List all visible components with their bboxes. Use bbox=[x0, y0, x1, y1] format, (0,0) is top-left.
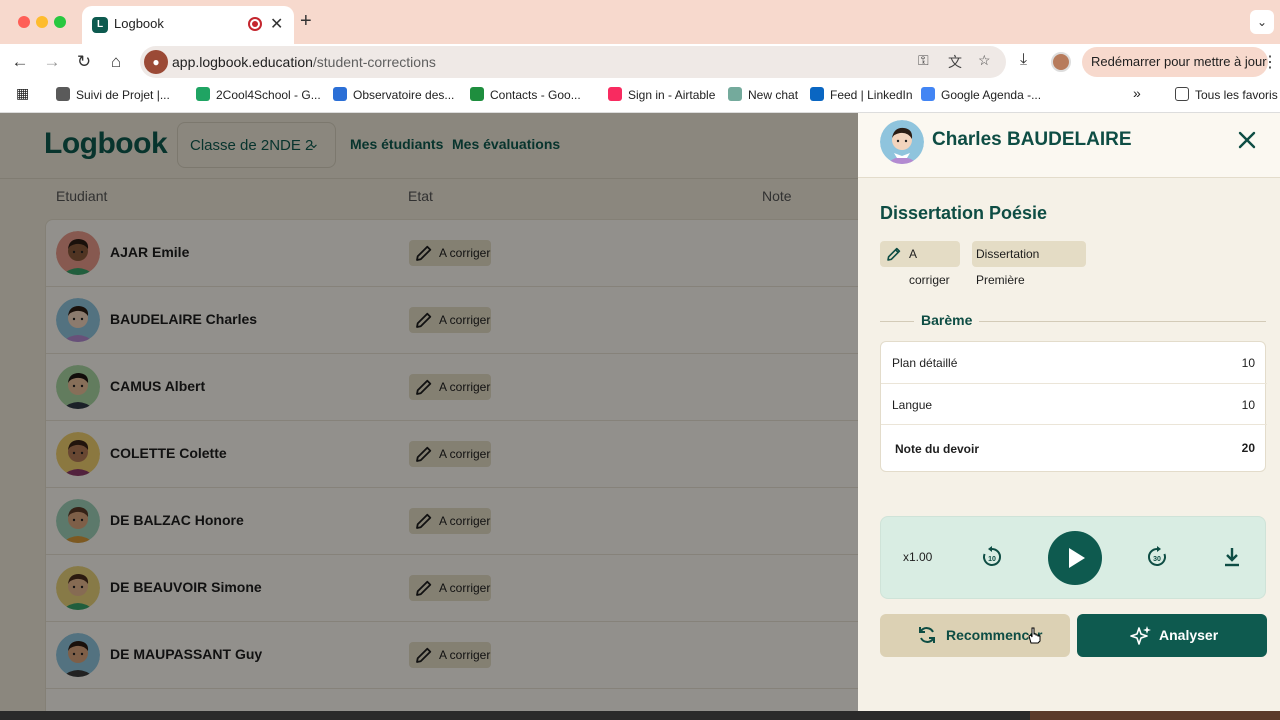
url-text[interactable]: app.logbook.education/student-correction… bbox=[172, 54, 436, 70]
update-button[interactable]: Redémarrer pour mettre à jour bbox=[1082, 47, 1268, 77]
bookmark-item[interactable]: Sign in - Airtable bbox=[608, 87, 715, 102]
audio-player: x1.00 10 30 bbox=[880, 516, 1266, 599]
all-bookmarks-folder[interactable]: Tous les favoris bbox=[1175, 87, 1278, 102]
correction-panel: Charles BAUDELAIRE Dissertation Poésie A… bbox=[858, 113, 1280, 713]
close-icon[interactable] bbox=[1236, 129, 1258, 151]
browser-toolbar: ← → ↻ ⌂ ● app.logbook.education/student-… bbox=[0, 44, 1280, 80]
bookmark-favicon-icon bbox=[810, 87, 824, 101]
criterion-value: 10 bbox=[1241, 356, 1255, 370]
maximize-window-button[interactable] bbox=[54, 16, 66, 28]
status-badge-label: A corriger bbox=[909, 247, 950, 287]
bookmark-item[interactable]: Suivi de Projet |... bbox=[56, 87, 170, 102]
screen: L Logbook ✕ + ⌄ ← → ↻ ⌂ ● app.logbook.ed… bbox=[0, 0, 1280, 720]
new-tab-button[interactable]: + bbox=[300, 11, 312, 31]
bookmark-star-icon[interactable]: ☆ bbox=[978, 52, 991, 69]
bookmark-item[interactable]: 2Cool4School - G... bbox=[196, 87, 321, 102]
bookmark-favicon-icon bbox=[728, 87, 742, 101]
modal-backdrop[interactable] bbox=[0, 113, 858, 713]
total-label: Note du devoir bbox=[895, 442, 980, 456]
browser-tab-bar: L Logbook ✕ + ⌄ bbox=[0, 0, 1280, 44]
assignment-type-badge: Dissertation Première bbox=[972, 241, 1086, 287]
bookmark-item[interactable]: New chat bbox=[728, 87, 798, 102]
translate-icon[interactable]: 文 bbox=[948, 52, 962, 72]
sparkles-icon bbox=[1130, 626, 1151, 645]
panel-header: Charles BAUDELAIRE bbox=[858, 113, 1280, 178]
bookmark-item[interactable]: Feed | LinkedIn bbox=[810, 87, 913, 102]
bookmark-favicon-icon bbox=[921, 87, 935, 101]
analyse-label: Analyser bbox=[1159, 627, 1219, 643]
refresh-icon bbox=[919, 627, 935, 643]
hand-cursor-icon bbox=[1028, 627, 1041, 644]
bareme-heading: Barème bbox=[914, 312, 980, 328]
grid-row: Plan détaillé 10 bbox=[881, 342, 1267, 384]
browser-tab[interactable]: L Logbook ✕ bbox=[82, 6, 294, 44]
folder-icon bbox=[1175, 87, 1189, 101]
tab-search-chevron-icon[interactable]: ⌄ bbox=[1250, 10, 1274, 34]
download-icon[interactable]: ⤓ bbox=[1020, 51, 1027, 69]
pencil-icon bbox=[887, 247, 901, 261]
panel-student-name: Charles BAUDELAIRE bbox=[932, 129, 1132, 150]
bookmark-item[interactable]: Observatoire des... bbox=[333, 87, 454, 102]
restart-button[interactable]: Recommencer bbox=[880, 614, 1070, 657]
play-button[interactable] bbox=[1048, 531, 1102, 585]
total-value: 20 bbox=[1241, 441, 1255, 455]
download-icon[interactable] bbox=[1220, 545, 1244, 569]
back-arrow-icon[interactable]: ← bbox=[8, 50, 32, 74]
bookmarks-overflow-icon[interactable]: » bbox=[1133, 85, 1141, 101]
grid-total-row: Note du devoir 20 bbox=[881, 425, 1267, 471]
microphone-icon[interactable]: ● bbox=[144, 50, 168, 74]
svg-text:30: 30 bbox=[1153, 556, 1161, 563]
recording-icon bbox=[248, 17, 262, 31]
bookmark-favicon-icon bbox=[608, 87, 622, 101]
tab-title: Logbook bbox=[114, 16, 164, 31]
minimize-window-button[interactable] bbox=[36, 16, 48, 28]
home-icon[interactable]: ⌂ bbox=[104, 50, 128, 74]
bookmarks-bar: ▦ » Tous les favoris Suivi de Projet |..… bbox=[0, 80, 1280, 113]
bookmark-favicon-icon bbox=[196, 87, 210, 101]
bookmark-item[interactable]: Contacts - Goo... bbox=[470, 87, 581, 102]
rewind-10-icon[interactable]: 10 bbox=[980, 545, 1004, 569]
student-avatar bbox=[880, 120, 924, 164]
play-icon bbox=[1069, 548, 1085, 568]
app-viewport: Logbook Classe de 2NDE 2 ⌄ Mes étudiants… bbox=[0, 113, 1280, 713]
bookmark-favicon-icon bbox=[470, 87, 484, 101]
profile-avatar[interactable] bbox=[1051, 52, 1071, 72]
forward-30-icon[interactable]: 30 bbox=[1145, 545, 1169, 569]
apps-grid-icon[interactable]: ▦ bbox=[16, 85, 29, 102]
grading-grid: Plan détaillé 10 Langue 10 Note du devoi… bbox=[880, 341, 1267, 472]
grid-row: Langue 10 bbox=[881, 384, 1267, 425]
password-key-icon[interactable]: ⚿ bbox=[918, 52, 929, 69]
bookmark-item[interactable]: Google Agenda -... bbox=[921, 87, 1041, 102]
criterion-label: Langue bbox=[892, 398, 933, 412]
logbook-favicon-icon: L bbox=[92, 17, 108, 33]
browser-menu-icon[interactable]: ⋮ bbox=[1262, 52, 1278, 72]
analyse-button[interactable]: Analyser bbox=[1077, 614, 1267, 657]
forward-arrow-icon[interactable]: → bbox=[40, 50, 64, 74]
close-window-button[interactable] bbox=[18, 16, 30, 28]
bookmark-favicon-icon bbox=[333, 87, 347, 101]
criterion-label: Plan détaillé bbox=[892, 356, 958, 370]
criterion-value: 10 bbox=[1241, 398, 1255, 412]
status-badge: A corriger bbox=[880, 241, 960, 287]
essay-title: Dissertation Poésie bbox=[880, 203, 1048, 223]
svg-text:10: 10 bbox=[988, 556, 996, 563]
playback-speed[interactable]: x1.00 bbox=[903, 550, 932, 564]
reload-icon[interactable]: ↻ bbox=[72, 50, 96, 74]
address-bar[interactable]: ● app.logbook.education/student-correcti… bbox=[140, 46, 1006, 78]
bookmark-favicon-icon bbox=[56, 87, 70, 101]
tab-close-icon[interactable]: ✕ bbox=[270, 14, 283, 34]
dock-accent bbox=[1030, 711, 1280, 720]
